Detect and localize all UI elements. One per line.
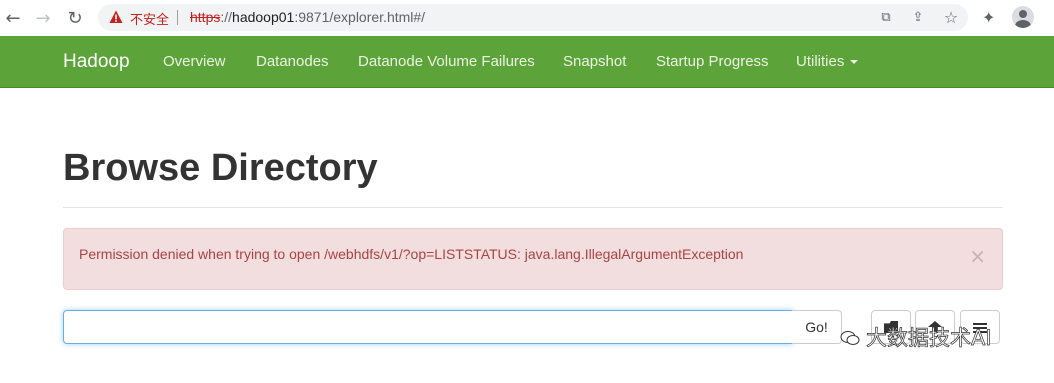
watermark-text: 大数据技术AI: [866, 326, 992, 351]
wechat-icon: [840, 331, 860, 345]
nav-overview[interactable]: Overview: [163, 53, 226, 70]
nav-datanode-volume-failures[interactable]: Datanode Volume Failures: [358, 53, 535, 70]
navbar: Hadoop Overview Datanodes Datanode Volum…: [0, 36, 1054, 88]
navbar-brand[interactable]: Hadoop: [63, 51, 130, 73]
error-alert: Permission denied when trying to open /w…: [63, 228, 1003, 290]
page-title: Browse Directory: [63, 147, 378, 189]
back-arrow-icon[interactable]: ←: [2, 7, 24, 29]
address-bar[interactable]: 不安全 https://hadoop01:9871/explorer.html#…: [98, 4, 968, 31]
nav-datanodes[interactable]: Datanodes: [256, 53, 329, 70]
divider: [177, 10, 178, 25]
url-text[interactable]: https://hadoop01:9871/explorer.html#/: [190, 9, 425, 25]
share-icon[interactable]: ⇪: [910, 9, 926, 25]
translate-icon[interactable]: ⧉: [878, 9, 894, 25]
warning-icon: [109, 10, 123, 23]
reload-icon[interactable]: ↻: [64, 7, 86, 29]
caret-down-icon: [850, 60, 859, 65]
alert-message: Permission denied when trying to open /w…: [79, 246, 744, 262]
url-path: :9871/explorer.html#/: [294, 9, 426, 25]
url-host: hadoop01: [232, 9, 295, 25]
go-button[interactable]: Go!: [792, 310, 842, 344]
url-scheme: https: [190, 9, 221, 25]
extensions-icon[interactable]: ✦: [982, 8, 995, 27]
divider: [63, 207, 1003, 208]
directory-path-input[interactable]: [63, 310, 793, 344]
browser-toolbar: ← → ↻ 不安全 https://hadoop01:9871/explorer…: [0, 0, 1054, 36]
security-status[interactable]: 不安全: [130, 9, 169, 28]
nav-snapshot[interactable]: Snapshot: [563, 53, 626, 70]
url-separator: ://: [220, 9, 233, 25]
nav-startup-progress[interactable]: Startup Progress: [656, 53, 769, 70]
star-icon[interactable]: ☆: [943, 8, 959, 27]
close-icon[interactable]: ×: [969, 246, 986, 266]
nav-utilities-dropdown[interactable]: Utilities: [796, 53, 859, 70]
nav-utilities-label: Utilities: [796, 53, 845, 70]
profile-icon[interactable]: [1012, 6, 1034, 28]
forward-arrow-icon[interactable]: →: [32, 7, 54, 29]
